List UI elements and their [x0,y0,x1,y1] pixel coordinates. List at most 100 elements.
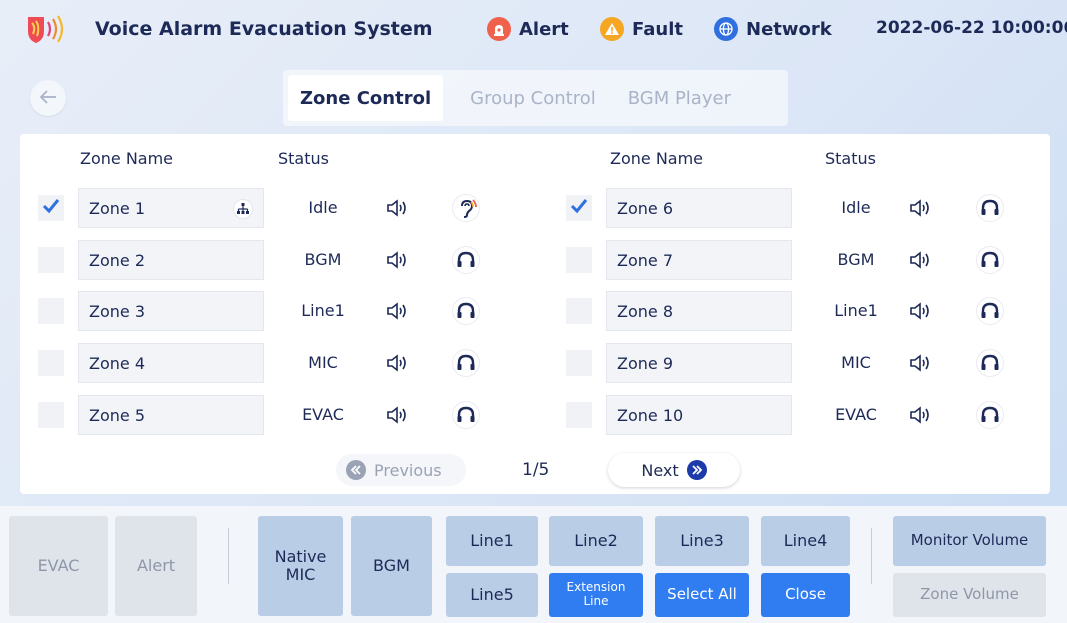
headphones-icon[interactable] [452,297,480,325]
col-header-status: Status [825,149,876,168]
tab-bar: Zone Control Group Control BGM Player [283,70,788,126]
zone-checkbox[interactable] [38,350,64,376]
line2-button[interactable]: Line2 [549,516,643,566]
headphones-icon[interactable] [976,401,1004,429]
app-title: Voice Alarm Evacuation System [95,18,433,40]
native-mic-button[interactable]: Native MIC [258,516,343,616]
alert-button[interactable]: Alert [115,516,197,616]
line5-button[interactable]: Line5 [446,573,538,617]
double-chevron-left-icon [346,460,366,480]
evac-button[interactable]: EVAC [9,516,108,616]
extension-line-button[interactable]: Extension Line [549,573,643,617]
zone-checkbox[interactable] [566,247,592,273]
group-tree-icon[interactable] [233,199,253,219]
tab-bgm-player[interactable]: BGM Player [616,75,743,121]
fault-indicator[interactable]: Fault [600,16,683,42]
zone-checkbox[interactable] [38,402,64,428]
native-mic-label-line2: MIC [285,565,316,584]
headphones-icon[interactable] [976,349,1004,377]
zone-status: MIC [308,353,338,372]
zone-checkbox[interactable] [38,195,64,221]
previous-button[interactable]: Previous [336,454,466,486]
zone-status: BGM [837,250,875,269]
zone-name-label: Zone 7 [617,250,673,270]
speaker-icon[interactable] [908,249,932,271]
zone-name-field[interactable]: Zone 5 [78,395,264,435]
network-globe-icon [714,17,738,41]
speaker-icon[interactable] [385,404,409,426]
speaker-icon[interactable] [908,197,932,219]
tab-group-control[interactable]: Group Control [458,75,608,121]
zone-name-field[interactable]: Zone 1 [78,188,264,228]
previous-label: Previous [374,460,442,480]
zone-status: Line1 [834,301,878,320]
logo-icon [22,14,74,44]
line1-button[interactable]: Line1 [446,516,538,566]
zone-checkbox[interactable] [566,298,592,324]
line4-button[interactable]: Line4 [761,516,850,566]
zone-name-label: Zone 10 [617,405,684,425]
zone-name-field[interactable]: Zone 7 [606,240,792,280]
zone-name-label: Zone 1 [89,198,145,218]
zone-name-field[interactable]: Zone 2 [78,240,264,280]
next-label: Next [641,460,679,480]
speaker-icon[interactable] [385,249,409,271]
extension-line-label-line1: Extension [566,580,626,595]
close-button[interactable]: Close [761,573,850,617]
zone-name-field[interactable]: Zone 3 [78,291,264,331]
page-indicator: 1/5 [522,460,550,480]
speaker-icon[interactable] [908,404,932,426]
zone-checkbox[interactable] [38,298,64,324]
zone-status: BGM [304,250,342,269]
zone-name-field[interactable]: Zone 8 [606,291,792,331]
line3-button[interactable]: Line3 [655,516,749,566]
headphones-icon[interactable] [452,401,480,429]
headphones-icon[interactable] [452,349,480,377]
headphones-icon[interactable] [976,297,1004,325]
zone-name-field[interactable]: Zone 4 [78,343,264,383]
checkmark-icon [570,198,588,218]
tab-zone-control[interactable]: Zone Control [288,75,444,121]
zone-checkbox[interactable] [566,402,592,428]
bgm-button[interactable]: BGM [351,516,432,616]
monitoring-ear-icon[interactable] [452,194,480,222]
checkmark-icon [42,198,60,218]
network-label: Network [746,18,832,40]
zone-checkbox[interactable] [566,195,592,221]
zone-name-label: Zone 8 [617,301,673,321]
alert-siren-icon [487,17,511,41]
zone-volume-button[interactable]: Zone Volume [893,573,1046,617]
zone-status: EVAC [302,405,344,424]
zone-checkbox[interactable] [38,247,64,273]
fault-label: Fault [632,18,683,40]
network-indicator[interactable]: Network [714,16,832,42]
speaker-icon[interactable] [385,197,409,219]
headphones-icon[interactable] [976,194,1004,222]
headphones-icon[interactable] [976,246,1004,274]
zone-status: EVAC [835,405,877,424]
zone-name-label: Zone 2 [89,250,145,270]
monitor-volume-button[interactable]: Monitor Volume [893,516,1046,566]
next-button[interactable]: Next [608,453,740,487]
native-mic-label-line1: Native [274,546,327,566]
speaker-icon[interactable] [385,352,409,374]
double-chevron-right-icon [686,460,707,480]
zone-checkbox[interactable] [566,350,592,376]
zone-name-field[interactable]: Zone 10 [606,395,792,435]
headphones-icon[interactable] [452,246,480,274]
back-button[interactable] [30,80,66,116]
divider [871,528,872,584]
select-all-button[interactable]: Select All [655,573,749,617]
zone-name-field[interactable]: Zone 6 [606,188,792,228]
speaker-icon[interactable] [908,352,932,374]
zone-status: Idle [308,198,338,217]
alert-indicator[interactable]: Alert [487,16,569,42]
speaker-icon[interactable] [908,300,932,322]
zone-status: Line1 [301,301,345,320]
alert-label: Alert [519,18,569,40]
zone-name-label: Zone 3 [89,301,145,321]
speaker-icon[interactable] [385,300,409,322]
zone-name-field[interactable]: Zone 9 [606,343,792,383]
zone-name-label: Zone 6 [617,198,673,218]
zone-name-label: Zone 9 [617,353,673,373]
